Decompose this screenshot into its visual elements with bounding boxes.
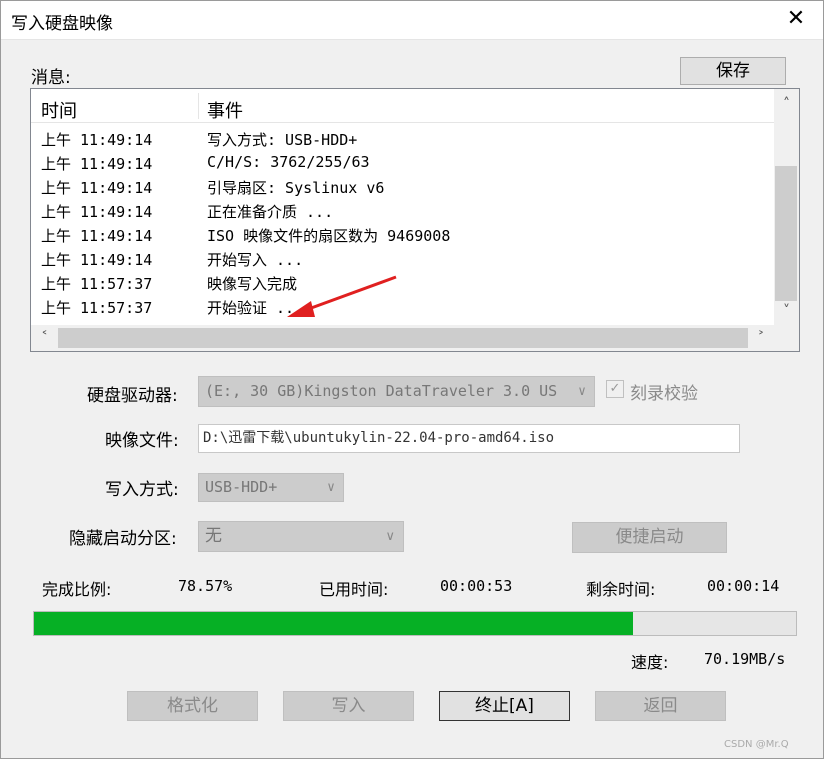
write-mode-value: USB-HDD+ [205,478,278,496]
window-title: 写入硬盘映像 [11,14,113,34]
title-divider [1,39,823,40]
percent-label: 完成比例: [42,580,112,599]
quick-boot-button[interactable]: 便捷启动 [572,522,727,553]
image-file-field[interactable]: D:\迅雷下载\ubuntukylin-22.04-pro-amd64.iso [198,424,740,453]
speed-value: 70.19MB/s [704,650,786,668]
horizontal-scroll-thumb[interactable] [58,328,748,348]
write-disk-image-dialog: 写入硬盘映像 ✕ 消息: 保存 时间 事件 上午 11:49:14 写入方式: U… [0,0,824,759]
percent-value: 78.57% [178,577,233,595]
drive-label: 硬盘驱动器: [87,386,178,406]
scroll-right-icon[interactable]: ˃ [748,325,774,351]
row-time: 上午 11:57:37 [41,275,153,293]
message-rows: 上午 11:49:14 写入方式: USB-HDD+ 上午 11:49:14 C/H… [31,127,774,319]
speed-label: 速度: [631,653,669,672]
vertical-scroll-thumb[interactable] [775,166,797,301]
progress-fill [34,612,633,635]
stop-button[interactable]: 终止[A] [439,691,570,721]
messages-label: 消息: [31,68,71,88]
row-event: 开始写入 ... [207,251,304,269]
row-event: 写入方式: USB-HDD+ [207,131,358,149]
remaining-label: 剩余时间: [586,580,656,599]
row-event: C/H/S: 3762/255/63 [207,153,370,171]
row-time: 上午 11:49:14 [41,155,153,173]
list-item[interactable]: 上午 11:49:14 引导扇区: Syslinux v6 [31,175,774,199]
elapsed-label: 已用时间: [319,580,389,599]
row-event: ISO 映像文件的扇区数为 9469008 [207,227,451,245]
list-item[interactable]: 上午 11:49:14 正在准备介质 ... [31,199,774,223]
list-item[interactable]: 上午 11:57:37 开始验证 ... [31,295,774,319]
format-button[interactable]: 格式化 [127,691,258,721]
row-event: 引导扇区: Syslinux v6 [207,179,385,197]
chevron-down-icon: ∨ [578,384,586,399]
red-arrow-icon [287,275,397,317]
row-time: 上午 11:49:14 [41,131,153,149]
close-icon[interactable]: ✕ [783,5,809,33]
list-header: 时间 事件 [31,89,774,123]
elapsed-value: 00:00:53 [440,577,513,595]
column-header-time[interactable]: 时间 [41,97,77,123]
list-item[interactable]: 上午 11:49:14 ISO 映像文件的扇区数为 9469008 [31,223,774,247]
title-bar: 写入硬盘映像 ✕ [1,1,823,39]
drive-select-value: (E:, 30 GB)Kingston DataTraveler 3.0 US [205,382,558,400]
column-header-event[interactable]: 事件 [207,97,243,123]
write-mode-label: 写入方式: [105,480,179,500]
save-button[interactable]: 保存 [680,57,786,85]
image-file-label: 映像文件: [105,431,179,451]
list-item[interactable]: 上午 11:57:37 映像写入完成 [31,271,774,295]
hidden-partition-select[interactable]: 无 ∨ [198,521,404,552]
progress-bar [33,611,797,636]
message-list[interactable]: 时间 事件 上午 11:49:14 写入方式: USB-HDD+ 上午 11:49… [30,88,800,352]
hidden-partition-label: 隐藏启动分区: [69,529,177,549]
scroll-down-icon[interactable]: ˅ [774,298,799,325]
row-time: 上午 11:49:14 [41,227,153,245]
write-button[interactable]: 写入 [283,691,414,721]
watermark: CSDN @Mr.Q [724,739,789,750]
verify-checkbox[interactable]: ✓ [606,380,624,398]
row-time: 上午 11:49:14 [41,251,153,269]
drive-select[interactable]: (E:, 30 GB)Kingston DataTraveler 3.0 US … [198,376,595,407]
list-item[interactable]: 上午 11:49:14 写入方式: USB-HDD+ [31,127,774,151]
list-item[interactable]: 上午 11:49:14 C/H/S: 3762/255/63 [31,151,774,175]
scroll-up-icon[interactable]: ˄ [774,89,799,119]
row-event: 正在准备介质 ... [207,203,334,221]
row-time: 上午 11:57:37 [41,299,153,317]
write-mode-select[interactable]: USB-HDD+ ∨ [198,473,344,502]
scroll-left-icon[interactable]: ˂ [31,325,58,351]
row-time: 上午 11:49:14 [41,179,153,197]
back-button[interactable]: 返回 [595,691,726,721]
scrollbar-corner [774,325,799,351]
chevron-down-icon: ∨ [327,480,335,495]
column-separator[interactable] [198,93,199,119]
vertical-scrollbar[interactable]: ˄ ˅ [774,89,799,325]
chevron-down-icon: ∨ [385,529,395,544]
hidden-partition-value: 无 [205,526,222,546]
verify-label[interactable]: 刻录校验 [630,379,698,404]
row-time: 上午 11:49:14 [41,203,153,221]
remaining-value: 00:00:14 [707,577,780,595]
list-item[interactable]: 上午 11:49:14 开始写入 ... [31,247,774,271]
horizontal-scrollbar[interactable]: ˂ ˃ [31,325,774,351]
